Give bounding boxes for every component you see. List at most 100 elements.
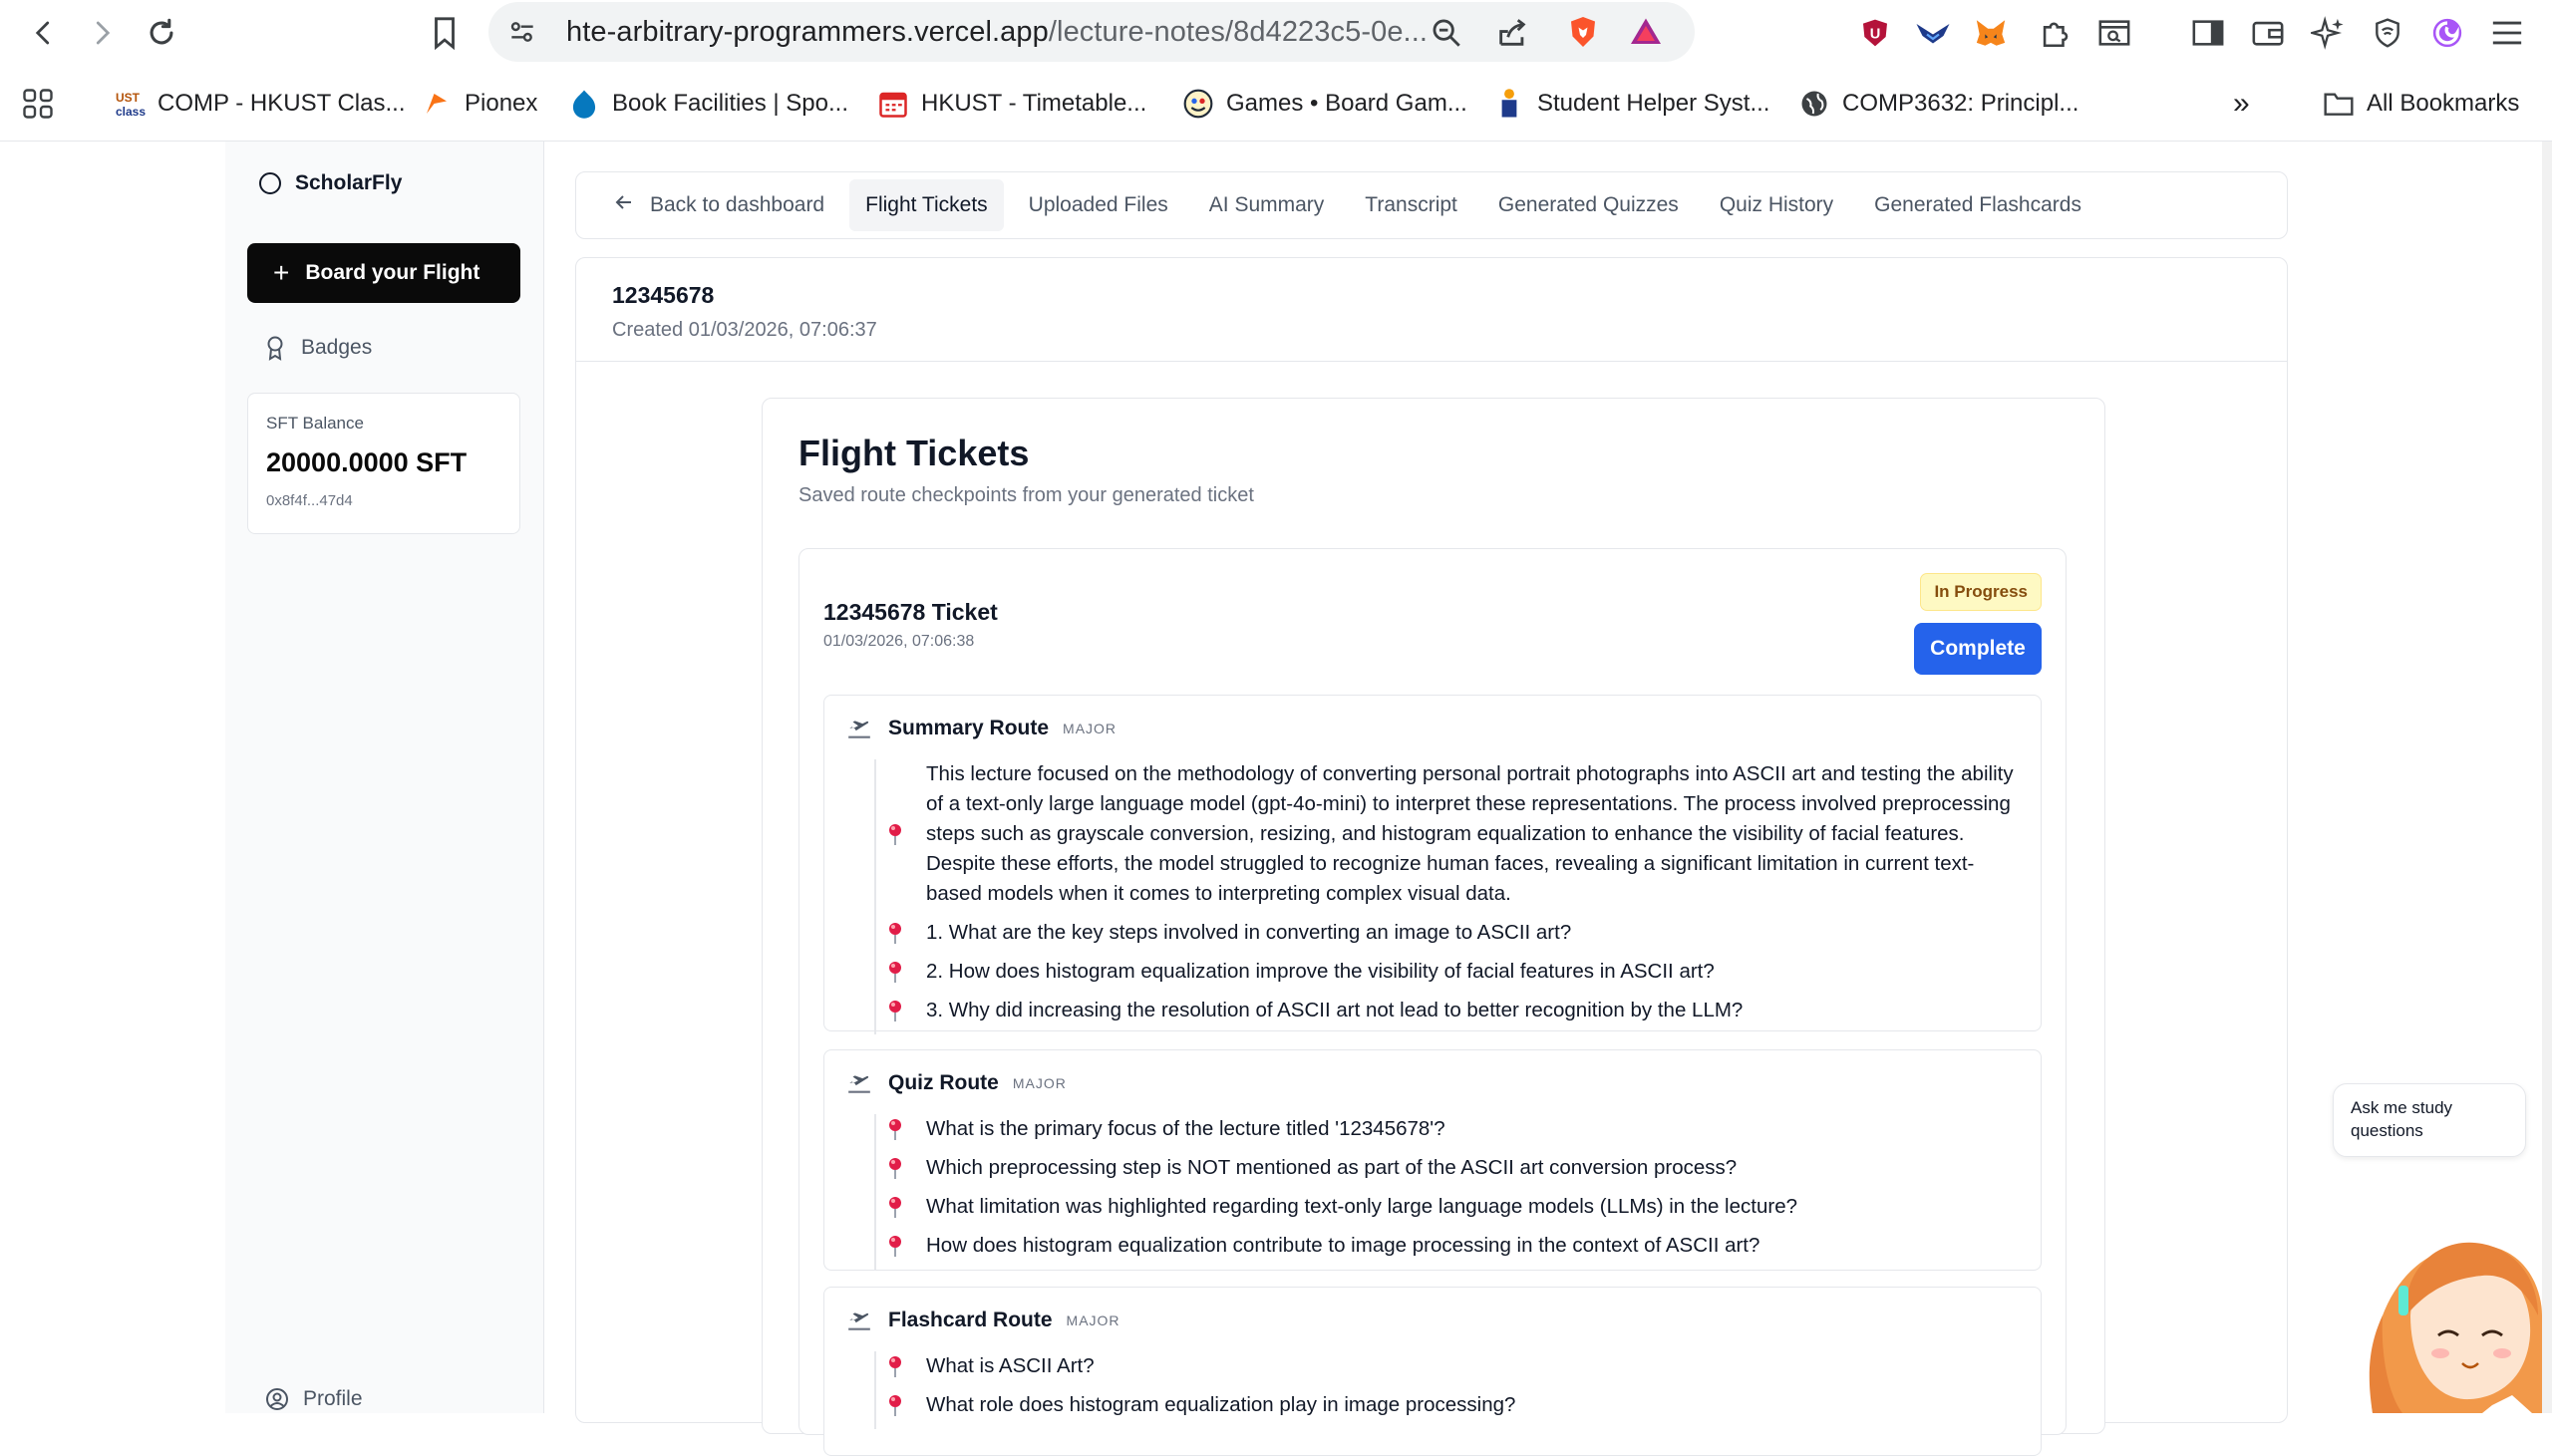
metamask-extension[interactable] bbox=[1972, 14, 2010, 52]
reload-button[interactable] bbox=[140, 12, 183, 54]
checkpoint-list: This lecture focused on the methodology … bbox=[874, 759, 2021, 1034]
checkpoint-item[interactable]: What is ASCII Art? bbox=[876, 1351, 2021, 1381]
brave-rewards-icon[interactable] bbox=[1627, 14, 1665, 50]
map-pin-icon bbox=[889, 1001, 901, 1021]
ublock-extension[interactable]: U bbox=[1856, 14, 1894, 52]
ticket-title: 12345678 Ticket bbox=[823, 599, 998, 625]
wallet-icon bbox=[2252, 21, 2284, 46]
checkpoint-item[interactable]: How does histogram equalization contribu… bbox=[876, 1231, 2021, 1261]
checkpoint-item[interactable]: 3. Why did increasing the resolution of … bbox=[876, 996, 2021, 1025]
tab-ai-summary[interactable]: AI Summary bbox=[1193, 179, 1341, 231]
bookmark-page-button[interactable] bbox=[423, 12, 467, 54]
all-bookmarks-button[interactable]: All Bookmarks bbox=[2323, 86, 2519, 122]
checkpoint-item[interactable]: This lecture focused on the methodology … bbox=[876, 759, 2021, 909]
checkpoint-text: How does histogram equalization contribu… bbox=[926, 1234, 1760, 1257]
ticket-card: 12345678 Ticket 01/03/2026, 07:06:38 In … bbox=[798, 548, 2067, 1456]
url-path: /lecture-notes/8d4223c5-0e... bbox=[1048, 16, 1429, 48]
hamburger-icon bbox=[2492, 21, 2522, 45]
checkpoint-item[interactable]: What is the primary focus of the lecture… bbox=[876, 1114, 2021, 1144]
ticket-date: 01/03/2026, 07:06:38 bbox=[823, 633, 975, 650]
page-subtitle: Saved route checkpoints from your genera… bbox=[798, 484, 1254, 506]
assistant-bubble[interactable]: Ask me study questions bbox=[2333, 1083, 2526, 1157]
checkpoint-item[interactable]: 2. How does histogram equalization impro… bbox=[876, 957, 2021, 987]
bookmark-item[interactable]: HKUST - Timetable... bbox=[877, 86, 1146, 122]
bookmark-item[interactable]: COMP3632: Principl... bbox=[1798, 86, 2078, 122]
browser-toolbar: hte-arbitrary-programmers.vercel.app/lec… bbox=[0, 0, 2552, 66]
tab-generated-flashcards[interactable]: Generated Flashcards bbox=[1858, 179, 2097, 231]
bookmark-item[interactable]: Student Helper Syst... bbox=[1493, 86, 1769, 122]
student-helper-icon bbox=[1493, 88, 1525, 120]
tab-flight-tickets[interactable]: Flight Tickets bbox=[849, 179, 1004, 231]
bookmark-item[interactable]: Book Facilities | Spo... bbox=[568, 86, 848, 122]
ust-class-icon: UST class bbox=[114, 88, 146, 120]
back-to-dashboard-link[interactable]: Back to dashboard bbox=[598, 179, 840, 231]
tab-quiz-history[interactable]: Quiz History bbox=[1704, 179, 1849, 231]
sidebar-toggle-button[interactable] bbox=[2189, 14, 2227, 52]
brand[interactable]: ScholarFly bbox=[259, 171, 402, 195]
tab-uploaded-files[interactable]: Uploaded Files bbox=[1013, 179, 1184, 231]
checkpoint-text: What is the primary focus of the lecture… bbox=[926, 1117, 1445, 1140]
route-tag: MAJOR bbox=[1063, 721, 1117, 736]
bookmark-item[interactable]: Pionex bbox=[421, 86, 537, 122]
checkpoint-item[interactable]: 1. What are the key steps involved in co… bbox=[876, 918, 2021, 948]
route-header: Flashcard Route MAJOR bbox=[846, 1308, 1120, 1333]
bird-extension[interactable] bbox=[1914, 14, 1952, 52]
checkpoint-text: 1. What are the key steps involved in co… bbox=[926, 921, 1572, 944]
chevron-left-icon bbox=[35, 21, 50, 45]
checkpoint-list: What is the primary focus of the lecture… bbox=[874, 1114, 2021, 1270]
brave-shield-icon[interactable] bbox=[1565, 14, 1601, 50]
tab-generated-quizzes[interactable]: Generated Quizzes bbox=[1482, 179, 1695, 231]
url-text[interactable]: hte-arbitrary-programmers.vercel.app/lec… bbox=[566, 16, 1428, 49]
plane-takeoff-icon bbox=[848, 1075, 870, 1093]
double-chevron-icon: » bbox=[2233, 87, 2250, 120]
bookmark-label: Games • Board Gam... bbox=[1226, 90, 1467, 117]
page-scrollbar[interactable] bbox=[2542, 142, 2552, 1413]
route-name: Summary Route bbox=[888, 717, 1050, 739]
checkpoint-text: 3. Why did increasing the resolution of … bbox=[926, 999, 1744, 1021]
board-flight-button[interactable]: + Board your Flight bbox=[247, 243, 520, 303]
checkpoint-text: This lecture focused on the methodology … bbox=[926, 762, 2014, 905]
folder-icon bbox=[2323, 88, 2355, 120]
profile-swirl-icon bbox=[2432, 18, 2462, 48]
checkpoint-text: What is ASCII Art? bbox=[926, 1354, 1095, 1377]
pionex-icon bbox=[421, 88, 453, 120]
checkpoint-item[interactable]: What limitation was highlighted regardin… bbox=[876, 1192, 2021, 1222]
checkpoint-item[interactable]: Which preprocessing step is NOT mentione… bbox=[876, 1153, 2021, 1183]
map-pin-icon bbox=[889, 1395, 901, 1416]
complete-button[interactable]: Complete bbox=[1914, 623, 2042, 675]
address-bar[interactable]: hte-arbitrary-programmers.vercel.app/lec… bbox=[488, 2, 1695, 62]
extensions-button[interactable] bbox=[2036, 14, 2074, 52]
bookmarks-bar: UST class COMP - HKUST Clas... Pionex Boo… bbox=[0, 66, 2552, 142]
site-settings-icon[interactable] bbox=[506, 16, 538, 48]
zoom-icon[interactable] bbox=[1430, 16, 1463, 50]
lecture-note-card: 12345678 Created 01/03/2026, 07:06:37 Fl… bbox=[575, 257, 2288, 1456]
profile-avatar-button[interactable] bbox=[2428, 14, 2466, 52]
wallet-button[interactable] bbox=[2249, 14, 2287, 52]
sidebar-panel-icon bbox=[2192, 20, 2224, 46]
leo-ai-button[interactable] bbox=[2309, 14, 2347, 52]
sidebar-item-profile[interactable]: Profile bbox=[265, 1387, 363, 1411]
bookmark-item[interactable]: UST class COMP - HKUST Clas... bbox=[114, 86, 405, 122]
assistant-avatar[interactable] bbox=[2363, 1166, 2542, 1413]
bookmark-item[interactable]: Games • Board Gam... bbox=[1182, 86, 1467, 122]
chevron-right-icon bbox=[96, 21, 111, 45]
vpn-button[interactable] bbox=[2369, 14, 2406, 52]
brand-logo-icon bbox=[259, 172, 281, 194]
main-menu-button[interactable] bbox=[2488, 14, 2526, 52]
status-badge: In Progress bbox=[1920, 573, 2042, 611]
reader-mode-button[interactable] bbox=[2095, 14, 2133, 52]
checkpoint-item[interactable]: What role does histogram equalization pl… bbox=[876, 1390, 2021, 1420]
bird-icon bbox=[1916, 24, 1950, 44]
share-icon[interactable] bbox=[1495, 16, 1529, 50]
back-nav-button[interactable] bbox=[22, 12, 66, 54]
route-card-flashcard: Flashcard Route MAJOR What is ASCII Art?… bbox=[823, 1287, 2042, 1456]
tab-transcript[interactable]: Transcript bbox=[1349, 179, 1473, 231]
forward-nav-button[interactable] bbox=[80, 12, 124, 54]
apps-grid-button[interactable] bbox=[20, 86, 56, 122]
map-pin-icon bbox=[889, 962, 901, 983]
balance-label: SFT Balance bbox=[266, 414, 364, 433]
url-host: hte-arbitrary-programmers.vercel.app bbox=[566, 16, 1049, 48]
user-circle-icon bbox=[266, 1388, 288, 1410]
more-bookmarks-button[interactable]: » bbox=[2233, 86, 2250, 122]
sidebar-item-badges[interactable]: Badges bbox=[265, 335, 372, 361]
